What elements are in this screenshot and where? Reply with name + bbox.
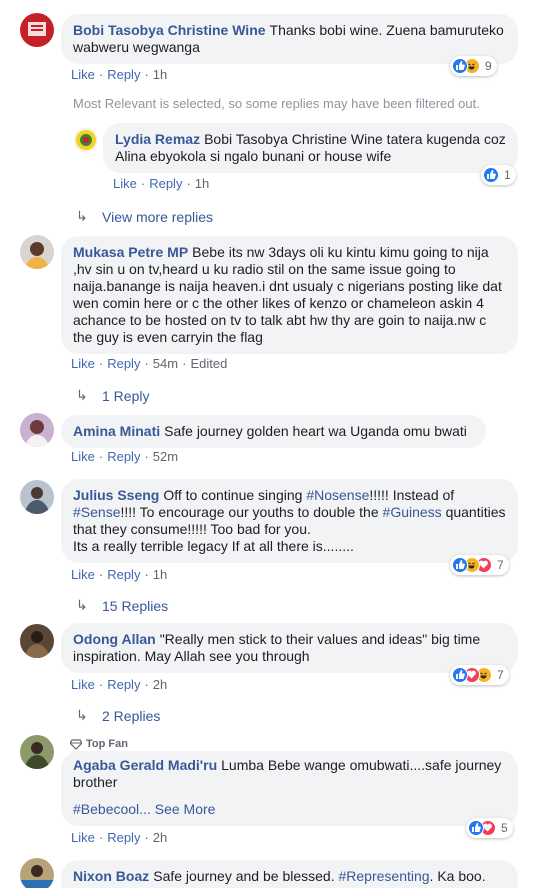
like-icon xyxy=(468,820,484,836)
comment-bubble: Nixon Boaz Safe journey and be blessed. #… xyxy=(61,860,518,888)
reaction-count: 5 xyxy=(501,821,508,835)
comment-author[interactable]: Bobi Tasobya Christine Wine xyxy=(73,22,266,38)
like-button[interactable]: Like xyxy=(71,449,95,464)
reply-author[interactable]: Lydia Remaz xyxy=(115,131,200,147)
hashtag-link[interactable]: #Representing xyxy=(338,868,429,884)
diamond-icon xyxy=(70,738,82,750)
like-button[interactable]: Like xyxy=(71,67,95,82)
avatar[interactable] xyxy=(20,13,54,47)
reaction-summary[interactable]: 5 xyxy=(466,818,513,838)
comment-bubble: Odong Allan "Really men stick to their va… xyxy=(61,623,518,673)
reply-button[interactable]: Reply xyxy=(107,567,140,582)
like-icon xyxy=(452,557,468,573)
timestamp[interactable]: 1h xyxy=(153,67,167,82)
timestamp[interactable]: 1h xyxy=(195,176,209,191)
comment-bubble: Bobi Tasobya Christine Wine Thanks bobi w… xyxy=(61,14,518,64)
top-fan-label: Top Fan xyxy=(86,738,128,750)
reaction-count: 9 xyxy=(485,59,492,73)
comment-text: Safe journey and be blessed. xyxy=(153,868,339,884)
avatar[interactable] xyxy=(74,128,98,152)
timestamp[interactable]: 1h xyxy=(153,567,167,582)
timestamp[interactable]: 2h xyxy=(153,677,167,692)
comment-author[interactable]: Julius Sseng xyxy=(73,487,159,503)
comment-actions: Like · Reply · 52m xyxy=(71,449,179,464)
comment-bubble: Agaba Gerald Madi'ru Lumba Bebe wange omu… xyxy=(61,751,518,826)
hashtag-link[interactable]: #Bebecool... xyxy=(73,801,151,817)
hashtag-link[interactable]: #Sense xyxy=(73,504,120,520)
timestamp[interactable]: 54m xyxy=(153,356,178,371)
like-icon xyxy=(452,58,468,74)
reaction-summary[interactable]: 1 xyxy=(481,165,516,185)
reply-button[interactable]: Reply xyxy=(107,830,140,845)
hashtag-link[interactable]: #Nosense xyxy=(306,487,369,503)
reaction-count: 7 xyxy=(497,668,504,682)
reply-button[interactable]: Reply xyxy=(107,67,140,82)
avatar[interactable] xyxy=(20,624,54,658)
comment-author[interactable]: Odong Allan xyxy=(73,631,156,647)
see-more-link[interactable]: See More xyxy=(155,801,216,817)
comment-text: Off to continue singing xyxy=(163,487,307,503)
like-button[interactable]: Like xyxy=(71,356,95,371)
replies-link[interactable]: ↳ 1 Reply xyxy=(76,387,149,404)
like-button[interactable]: Like xyxy=(71,567,95,582)
reply-bubble: Lydia Remaz Bobi Tasobya Christine Wine t… xyxy=(103,123,518,173)
comment-actions: Like · Reply · 2h xyxy=(71,830,168,845)
replies-count-label: 2 Replies xyxy=(102,707,161,724)
hashtag-link[interactable]: #Guiness xyxy=(383,504,442,520)
like-icon xyxy=(483,167,499,183)
like-button[interactable]: Like xyxy=(113,176,137,191)
reply-actions: Like · Reply · 1h xyxy=(113,176,210,191)
reply-arrow-icon: ↳ xyxy=(76,597,88,613)
view-more-replies-link[interactable]: ↳ View more replies xyxy=(76,208,213,225)
comment-actions: Like · Reply · 1h xyxy=(71,67,168,82)
replies-count-label: 1 Reply xyxy=(102,387,150,404)
like-button[interactable]: Like xyxy=(71,677,95,692)
timestamp[interactable]: 52m xyxy=(153,449,178,464)
reaction-summary[interactable]: 7 xyxy=(450,555,509,575)
comment-text-line: Its a really terrible legacy If at all t… xyxy=(73,538,354,554)
reply-button[interactable]: Reply xyxy=(107,449,140,464)
reaction-summary[interactable]: 7 xyxy=(450,665,509,685)
avatar[interactable] xyxy=(20,235,54,269)
comment-bubble: Amina Minati Safe journey golden heart wa… xyxy=(61,415,486,448)
reply-button[interactable]: Reply xyxy=(107,356,140,371)
comment-actions: Like · Reply · 1h xyxy=(71,567,168,582)
reply-arrow-icon: ↳ xyxy=(76,208,88,224)
reaction-count: 7 xyxy=(497,558,504,572)
replies-link[interactable]: ↳ 2 Replies xyxy=(76,707,160,724)
avatar[interactable] xyxy=(20,413,54,447)
reply-button[interactable]: Reply xyxy=(149,176,182,191)
replies-link[interactable]: ↳ 15 Replies xyxy=(76,597,168,614)
filter-notice: Most Relevant is selected, so some repli… xyxy=(73,96,480,111)
like-icon xyxy=(452,667,468,683)
reaction-summary[interactable]: 9 xyxy=(450,56,497,76)
avatar[interactable] xyxy=(20,735,54,769)
edited-label[interactable]: Edited xyxy=(190,356,227,371)
reply-arrow-icon: ↳ xyxy=(76,707,88,723)
comment-author[interactable]: Nixon Boaz xyxy=(73,868,149,884)
comment-text: Safe journey golden heart wa Uganda omu … xyxy=(164,423,467,439)
comment-bubble: Mukasa Petre MP Bebe its nw 3days oli ku … xyxy=(61,236,518,354)
reaction-count: 1 xyxy=(504,168,511,182)
replies-count-label: 15 Replies xyxy=(102,597,169,614)
comment-author[interactable]: Agaba Gerald Madi'ru xyxy=(73,757,217,773)
comment-author[interactable]: Mukasa Petre MP xyxy=(73,244,188,260)
avatar[interactable] xyxy=(20,858,54,888)
timestamp[interactable]: 2h xyxy=(153,830,167,845)
avatar[interactable] xyxy=(20,480,54,514)
reply-button[interactable]: Reply xyxy=(107,677,140,692)
reply-arrow-icon: ↳ xyxy=(76,387,88,403)
comment-author[interactable]: Amina Minati xyxy=(73,423,160,439)
comment-actions: Like · Reply · 54m · Edited xyxy=(71,356,228,371)
like-button[interactable]: Like xyxy=(71,830,95,845)
view-more-replies-label: View more replies xyxy=(102,208,214,225)
top-fan-badge[interactable]: Top Fan xyxy=(70,738,128,750)
comment-bubble: Julius Sseng Off to continue singing #Nos… xyxy=(61,479,518,563)
comment-actions: Like · Reply · 2h xyxy=(71,677,168,692)
